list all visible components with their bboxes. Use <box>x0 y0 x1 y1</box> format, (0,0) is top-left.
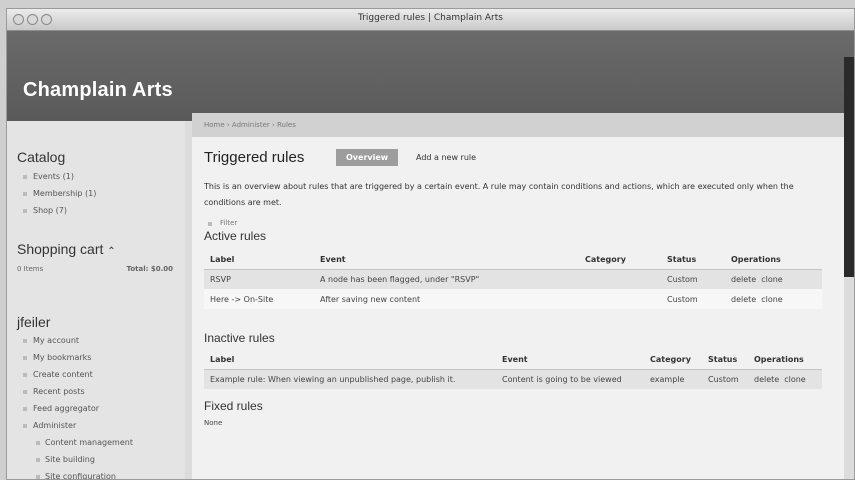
delete-link[interactable]: delete <box>731 295 756 304</box>
scrollbar[interactable] <box>844 57 854 277</box>
filter-fieldset[interactable]: Filter <box>204 219 832 227</box>
site-header: Champlain Arts <box>7 31 854 121</box>
delete-link[interactable]: delete <box>754 375 779 384</box>
user-item-administer[interactable]: Administer <box>17 417 177 434</box>
content-area: Triggered rules Overview Add a new rule … <box>192 149 844 427</box>
column-header-category[interactable]: Category <box>579 251 661 270</box>
column-header-label[interactable]: Label <box>204 351 496 370</box>
user-menu-block: jfeiler My account My bookmarks Create c… <box>17 314 177 479</box>
table-header-row: Label Event Category Status Operations <box>204 351 822 370</box>
rule-category <box>579 269 661 289</box>
column-header-operations: Operations <box>748 351 822 370</box>
filter-toggle-icon <box>208 222 212 226</box>
tab-overview[interactable]: Overview <box>336 149 399 166</box>
rule-label[interactable]: Example rule: When viewing an unpublishe… <box>204 369 496 389</box>
filter-label[interactable]: Filter <box>220 219 237 227</box>
cart-toggle-icon[interactable]: ⌃ <box>107 246 115 257</box>
window-titlebar: Triggered rules | Champlain Arts <box>7 9 854 31</box>
catalog-title: Catalog <box>17 149 66 165</box>
user-item-my-account[interactable]: My account <box>17 332 177 349</box>
breadcrumb[interactable]: Home › Administer › Rules <box>192 113 844 137</box>
table-row: Here -> On-Site After saving new content… <box>204 289 822 309</box>
clone-link[interactable]: clone <box>761 275 783 284</box>
rule-event: A node has been flagged, under "RSVP" <box>314 269 579 289</box>
rule-category <box>579 289 661 309</box>
window-title: Triggered rules | Champlain Arts <box>358 13 503 23</box>
rule-operations: delete clone <box>725 289 822 309</box>
cart-summary: 0 Items Total: $0.00 <box>17 265 177 279</box>
active-rules-table: Label Event Category Status Operations R… <box>204 251 822 309</box>
catalog-item-membership[interactable]: Membership (1) <box>17 185 177 202</box>
title-row: Triggered rules Overview Add a new rule <box>204 149 832 179</box>
catalog-block: Catalog Events (1) Membership (1) Shop (… <box>17 149 177 219</box>
browser-window: Triggered rules | Champlain Arts Champla… <box>6 8 855 480</box>
rule-status: Custom <box>661 269 725 289</box>
user-item-recent-posts[interactable]: Recent posts <box>17 383 177 400</box>
rule-status: Custom <box>661 289 725 309</box>
table-row: RSVP A node has been flagged, under "RSV… <box>204 269 822 289</box>
column-header-label[interactable]: Label <box>204 251 314 270</box>
inactive-rules-table: Label Event Category Status Operations E… <box>204 351 822 389</box>
column-header-status[interactable]: Status <box>661 251 725 270</box>
tab-add-new-rule[interactable]: Add a new rule <box>416 153 476 162</box>
column-header-operations: Operations <box>725 251 822 270</box>
main-content: Home › Administer › Rules Triggered rule… <box>192 113 844 479</box>
cart-title-row: Shopping cart ⌃ <box>17 241 177 257</box>
column-header-event[interactable]: Event <box>496 351 644 370</box>
delete-link[interactable]: delete <box>731 275 756 284</box>
active-rules-heading: Active rules <box>204 229 267 243</box>
cart-total: Total: $0.00 <box>126 265 173 273</box>
cart-items-count: 0 Items <box>17 265 44 273</box>
rule-status: Custom <box>702 369 748 389</box>
user-item-feed-aggregator[interactable]: Feed aggregator <box>17 400 177 417</box>
clone-link[interactable]: clone <box>784 375 806 384</box>
fixed-rules-none: None <box>204 419 223 427</box>
user-item-create-content[interactable]: Create content <box>17 366 177 383</box>
table-row: Example rule: When viewing an unpublishe… <box>204 369 822 389</box>
user-subitem-site-configuration[interactable]: Site configuration <box>17 468 177 479</box>
rule-operations: delete clone <box>725 269 822 289</box>
catalog-item-events[interactable]: Events (1) <box>17 168 177 185</box>
site-name-link[interactable]: Champlain Arts <box>23 79 173 102</box>
rule-event: After saving new content <box>314 289 579 309</box>
rule-event: Content is going to be viewed <box>496 369 644 389</box>
inactive-rules-heading: Inactive rules <box>204 331 275 345</box>
fixed-rules-heading: Fixed rules <box>204 399 263 413</box>
column-header-status[interactable]: Status <box>702 351 748 370</box>
column-header-category[interactable]: Category <box>644 351 702 370</box>
catalog-item-shop[interactable]: Shop (7) <box>17 202 177 219</box>
user-menu-title: jfeiler <box>17 314 51 330</box>
cart-title: Shopping cart <box>17 241 104 257</box>
page-description: This is an overview about rules that are… <box>204 182 794 207</box>
rule-category: example <box>644 369 702 389</box>
user-subitem-content-management[interactable]: Content management <box>17 434 177 451</box>
rule-label[interactable]: Here -> On-Site <box>204 289 314 309</box>
column-header-event[interactable]: Event <box>314 251 579 270</box>
rule-operations: delete clone <box>748 369 822 389</box>
user-subitem-site-building[interactable]: Site building <box>17 451 177 468</box>
shopping-cart-block: Shopping cart ⌃ 0 Items Total: $0.00 <box>17 241 177 279</box>
page-title: Triggered rules <box>204 149 305 166</box>
rule-label[interactable]: RSVP <box>204 269 314 289</box>
user-item-my-bookmarks[interactable]: My bookmarks <box>17 349 177 366</box>
sidebar: Catalog Events (1) Membership (1) Shop (… <box>7 121 185 479</box>
clone-link[interactable]: clone <box>761 295 783 304</box>
screenshot-frame: Triggered rules | Champlain Arts Champla… <box>0 0 855 480</box>
table-header-row: Label Event Category Status Operations <box>204 251 822 270</box>
